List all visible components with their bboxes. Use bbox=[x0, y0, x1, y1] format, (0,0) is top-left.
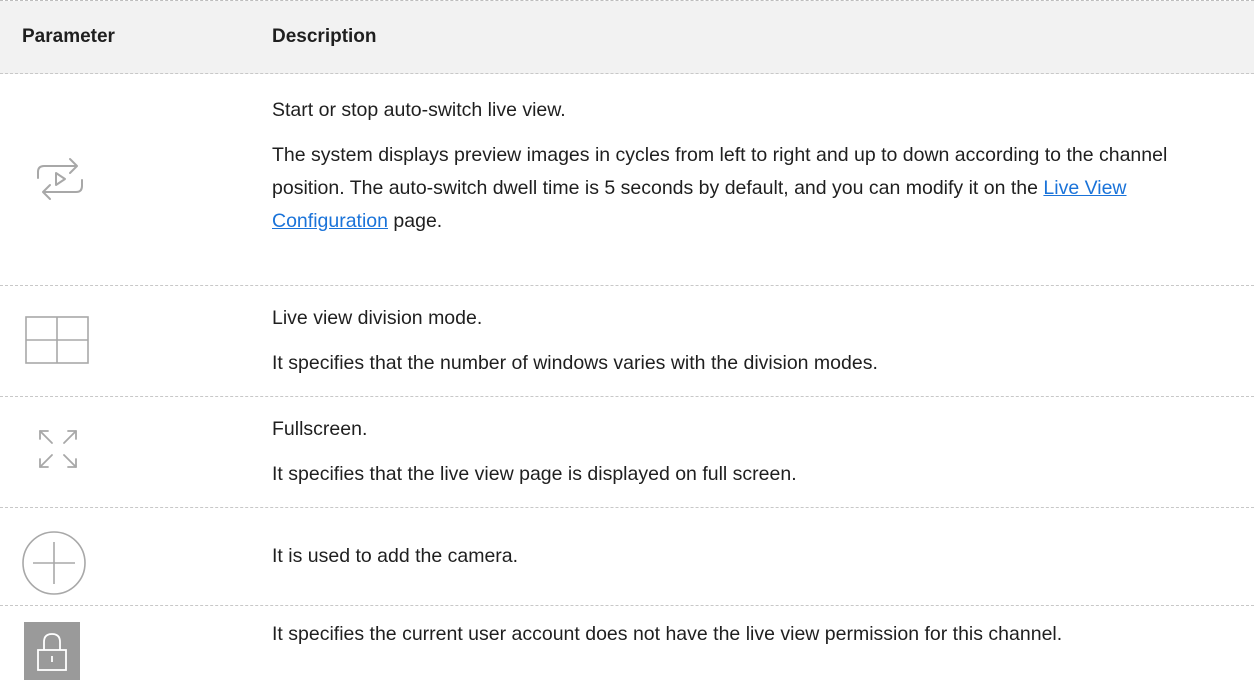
table-row: It specifies the current user account do… bbox=[0, 606, 1254, 697]
fullscreen-icon bbox=[39, 430, 77, 468]
table-row: It is used to add the camera. bbox=[0, 508, 1254, 606]
parameter-cell bbox=[0, 74, 272, 285]
row-line: It specifies that the live view page is … bbox=[272, 463, 797, 485]
row-line: Start or stop auto-switch live view. bbox=[272, 99, 566, 121]
row-line: It specifies that the number of windows … bbox=[272, 352, 878, 374]
division-grid-icon bbox=[25, 316, 89, 364]
lock-icon bbox=[24, 622, 80, 680]
table-row: Fullscreen. It specifies that the live v… bbox=[0, 397, 1254, 508]
add-circle-icon bbox=[22, 531, 86, 595]
row-text: page. bbox=[388, 210, 443, 232]
row-line: It specifies the current user account do… bbox=[272, 623, 1063, 645]
header-description: Description bbox=[272, 26, 377, 47]
parameter-cell bbox=[0, 606, 272, 697]
header-parameter: Parameter bbox=[22, 26, 115, 47]
parameter-cell bbox=[0, 286, 272, 396]
row-line: Live view division mode. bbox=[272, 307, 483, 329]
row-line: Fullscreen. bbox=[272, 418, 368, 440]
table-row: Start or stop auto-switch live view. The… bbox=[0, 74, 1254, 286]
table-header: Parameter Description bbox=[0, 1, 1254, 74]
description-cell: Start or stop auto-switch live view. The… bbox=[272, 74, 1254, 285]
table-row: Live view division mode. It specifies th… bbox=[0, 286, 1254, 397]
row-text: The system displays preview images in cy… bbox=[272, 144, 1168, 199]
description-cell: Live view division mode. It specifies th… bbox=[272, 286, 1254, 396]
description-cell: It is used to add the camera. bbox=[272, 508, 1254, 605]
description-cell: Fullscreen. It specifies that the live v… bbox=[272, 397, 1254, 507]
parameter-cell bbox=[0, 397, 272, 507]
auto-switch-play-icon bbox=[37, 158, 83, 200]
row-line: It is used to add the camera. bbox=[272, 545, 519, 567]
parameter-cell bbox=[0, 508, 272, 605]
row-line: The system displays preview images in cy… bbox=[272, 139, 1214, 238]
description-cell: It specifies the current user account do… bbox=[272, 606, 1254, 697]
parameter-table: Parameter Description Start or stop auto… bbox=[0, 0, 1254, 697]
